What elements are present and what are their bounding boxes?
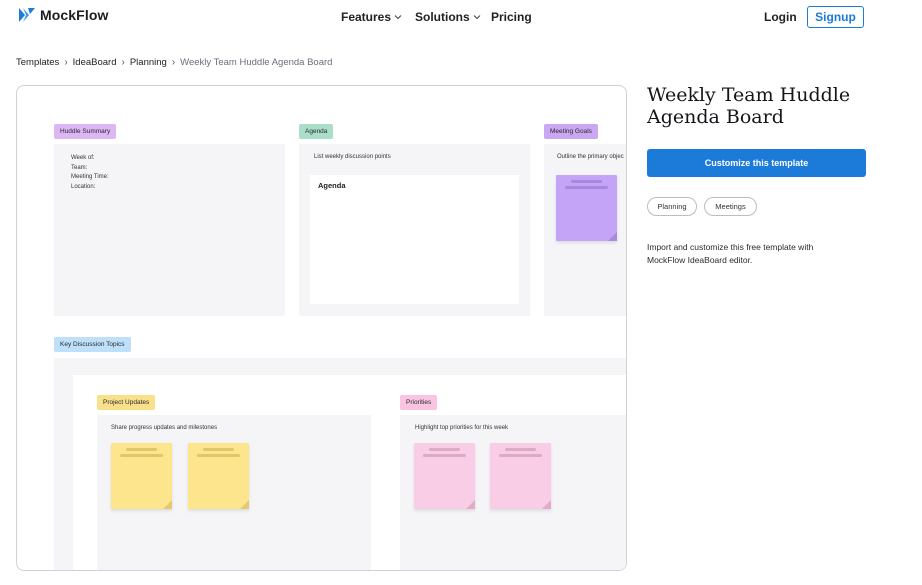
customize-template-button[interactable]: Customize this template: [647, 149, 866, 177]
panel-key-discussion-topics: Project Updates Share progress updates a…: [54, 358, 626, 570]
signup-button[interactable]: Signup: [807, 6, 864, 28]
panel-agenda: List weekly discussion points Agenda: [299, 144, 530, 316]
tag-agenda: Agenda: [299, 124, 334, 139]
sticky-note: [188, 443, 249, 509]
nav-features[interactable]: Features: [341, 10, 402, 24]
page-title: Weekly Team Huddle Agenda Board: [647, 84, 851, 128]
nav-pricing-label: Pricing: [491, 10, 532, 24]
login-link[interactable]: Login: [764, 10, 797, 24]
agenda-card-title: Agenda: [318, 181, 346, 190]
template-preview[interactable]: Huddle Summary Week of: Team: Meeting Ti…: [16, 85, 627, 571]
nav-solutions-label: Solutions: [415, 10, 470, 24]
field-location: Location:: [71, 183, 96, 190]
project-updates-hint: Share progress updates and milestones: [111, 425, 218, 431]
breadcrumb-separator-icon: ›: [64, 57, 68, 68]
tag-chip-meetings[interactable]: Meetings: [704, 197, 757, 216]
breadcrumb-current: Weekly Team Huddle Agenda Board: [180, 57, 333, 68]
agenda-hint: List weekly discussion points: [314, 154, 391, 160]
field-week-of: Week of:: [71, 155, 95, 161]
meeting-goals-hint: Outline the primary objec: [557, 154, 624, 160]
breadcrumb-separator-icon: ›: [171, 57, 176, 68]
panel-priorities: Highlight top priorities for this week: [400, 415, 626, 570]
chevron-down-icon: [394, 15, 402, 20]
tag-priorities: Priorities: [400, 395, 438, 410]
breadcrumb-separator-icon: ›: [121, 57, 125, 68]
panel-meeting-goals: Outline the primary objec: [544, 144, 626, 316]
breadcrumb-templates[interactable]: Templates: [16, 57, 59, 68]
chevron-down-icon: [473, 15, 481, 20]
template-description: Import and customize this free template …: [647, 242, 814, 265]
tag-huddle-summary: Huddle Summary: [54, 124, 117, 139]
sticky-note: [490, 443, 551, 509]
tag-chip-planning[interactable]: Planning: [647, 197, 697, 216]
tag-project-updates: Project Updates: [97, 395, 156, 410]
breadcrumb-planning[interactable]: Planning: [130, 57, 167, 68]
panel-project-updates: Share progress updates and milestones: [97, 415, 371, 570]
tag-key-discussion-topics: Key Discussion Topics: [54, 337, 131, 352]
nav-features-label: Features: [341, 10, 392, 24]
sticky-note: [556, 175, 617, 241]
tag-meeting-goals: Meeting Goals: [544, 124, 598, 139]
nav-pricing[interactable]: Pricing: [491, 10, 532, 24]
priorities-hint: Highlight top priorities for this week: [415, 425, 509, 431]
panel-huddle-summary: Week of: Team: Meeting Time: Location:: [54, 144, 285, 316]
nav-solutions[interactable]: Solutions: [415, 10, 481, 24]
breadcrumb-ideaboard[interactable]: IdeaBoard: [73, 57, 117, 68]
agenda-card: Agenda: [310, 175, 519, 304]
breadcrumb: Templates › IdeaBoard › Planning › Weekl…: [16, 57, 332, 68]
sticky-note: [111, 443, 172, 509]
topics-inner-card: Project Updates Share progress updates a…: [73, 375, 626, 570]
field-team: Team:: [71, 164, 88, 171]
field-meeting-time: Meeting Time:: [71, 174, 109, 180]
sticky-note: [414, 443, 475, 509]
